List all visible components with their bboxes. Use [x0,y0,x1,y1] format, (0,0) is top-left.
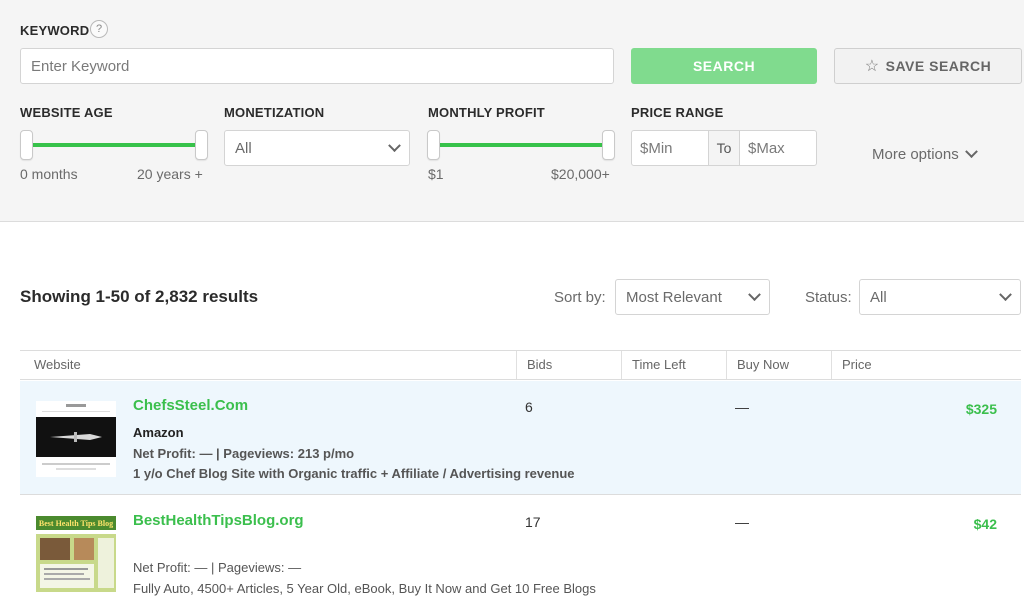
bids-count: 6 [525,399,533,415]
results-summary: Showing 1-50 of 2,832 results [20,287,259,306]
site-category: Amazon [133,425,184,440]
filter-panel: KEYWORD ? SEARCH ☆ SAVE SEARCH WEBSITE A… [0,0,1024,222]
save-search-label: SAVE SEARCH [885,58,992,74]
column-header-bids[interactable]: Bids [516,351,552,379]
table-row[interactable]: Best Health Tips Blog BestHealthTipsBlog… [20,496,1021,609]
search-button[interactable]: SEARCH [631,48,817,84]
website-age-slider[interactable] [20,130,208,160]
table-header: Website Bids Time Left Buy Now Price [20,350,1021,380]
status-selected: All [870,288,887,306]
monthly-profit-max-value: $20,000+ [551,166,610,182]
site-thumbnail[interactable]: Best Health Tips Blog [36,516,116,592]
monthly-profit-min-handle[interactable] [427,130,440,160]
site-description: 1 y/o Chef Blog Site with Organic traffi… [133,466,575,481]
monetization-label: MONETIZATION [224,105,325,120]
monthly-profit-max-handle[interactable] [602,130,615,160]
site-name-link[interactable]: BestHealthTipsBlog.org [133,512,304,529]
price-range-group: To [631,130,817,166]
status-select[interactable]: All [859,279,1021,315]
save-search-button[interactable]: ☆ SAVE SEARCH [834,48,1022,84]
website-age-track [26,143,202,147]
site-stats: Net Profit: — | Pageviews: 213 p/mo [133,446,355,461]
site-stats: Net Profit: — | Pageviews: — [133,560,302,575]
website-age-min-handle[interactable] [20,130,33,160]
bids-count: 17 [525,514,541,530]
site-thumbnail[interactable] [36,401,116,477]
monetization-select[interactable]: All [224,130,410,166]
price-min-input[interactable] [632,131,708,165]
price-value: $325 [965,401,997,417]
website-age-min-value: 0 months [20,166,78,182]
buy-now-value: — [735,514,749,530]
more-options-label: More options [872,146,959,163]
keyword-label: KEYWORD [20,23,90,38]
star-icon: ☆ [864,58,880,75]
price-max-input[interactable] [740,131,816,165]
column-header-price[interactable]: Price [831,351,872,379]
health-blog-thumbnail-icon: Best Health Tips Blog [36,516,116,592]
chevron-down-icon [964,145,978,159]
website-age-max-handle[interactable] [195,130,208,160]
thumbnail-title: Best Health Tips Blog [39,519,113,528]
buy-now-value: — [735,399,749,415]
monthly-profit-slider[interactable] [427,130,615,160]
keyword-input[interactable] [20,48,614,84]
sort-label: Sort by: [554,289,606,306]
table-row[interactable]: ChefsSteel.Com Amazon Net Profit: — | Pa… [20,381,1021,495]
monetization-selected: All [235,139,252,157]
chevron-down-icon [748,287,761,301]
status-label: Status: [805,289,852,306]
column-header-buy-now[interactable]: Buy Now [726,351,789,379]
website-age-label: WEBSITE AGE [20,105,113,120]
sort-select[interactable]: Most Relevant [615,279,770,315]
price-range-label: PRICE RANGE [631,105,724,120]
site-description: Fully Auto, 4500+ Articles, 5 Year Old, … [133,581,596,596]
website-age-max-value: 20 years + [137,166,203,182]
chevron-down-icon [999,287,1012,301]
price-to-label: To [708,131,740,165]
help-icon[interactable]: ? [90,20,108,38]
monthly-profit-min-value: $1 [428,166,444,182]
more-options-toggle[interactable]: More options [872,145,978,163]
monthly-profit-track [433,143,609,147]
chevron-down-icon [388,138,401,152]
sort-selected: Most Relevant [626,288,722,306]
knife-thumbnail-icon [36,401,116,477]
monthly-profit-label: MONTHLY PROFIT [428,105,545,120]
column-header-time-left[interactable]: Time Left [621,351,686,379]
price-value: $42 [973,516,997,532]
column-header-website[interactable]: Website [24,351,81,379]
site-name-link[interactable]: ChefsSteel.Com [133,397,248,414]
